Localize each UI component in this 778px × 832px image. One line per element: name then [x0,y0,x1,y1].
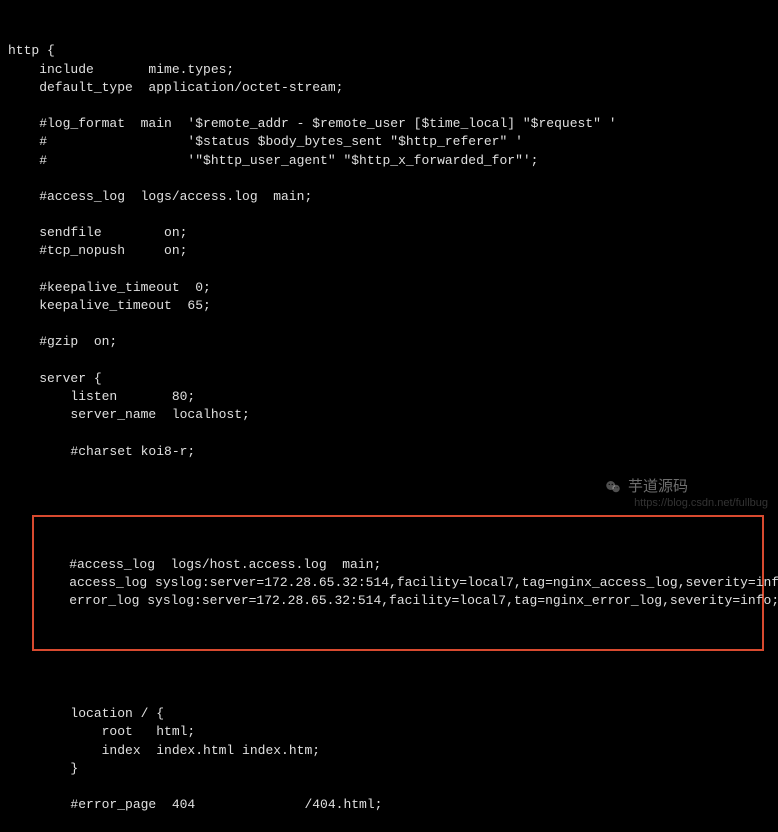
code-line [0,352,778,370]
code-line: #gzip on; [0,333,778,351]
code-line: index index.html index.htm; [0,742,778,760]
code-line [0,778,778,796]
watermark-brand-text: 芋道源码 [628,476,688,497]
wechat-icon [604,478,622,496]
code-line: #log_format main '$remote_addr - $remote… [0,115,778,133]
code-line [0,315,778,333]
code-line: # '"$http_user_agent" "$http_x_forwarded… [0,152,778,170]
code-line: #access_log logs/access.log main; [0,188,778,206]
code-line: #error_page 404 /404.html; [0,796,778,814]
code-line: error_log syslog:server=172.28.65.32:514… [34,592,762,610]
code-line: server_name localhost; [0,406,778,424]
code-line: # '$status $body_bytes_sent "$http_refer… [0,133,778,151]
code-line: location / { [0,705,778,723]
code-line [0,261,778,279]
code-lines-after: location / { root html; index index.html… [0,687,778,814]
code-line: server { [0,370,778,388]
watermark-url: https://blog.csdn.net/fullbug [634,496,768,511]
code-line: root html; [0,723,778,741]
code-lines-before: http { include mime.types; default_type … [0,42,778,479]
code-line: #charset koi8-r; [0,443,778,461]
code-line: http { [0,42,778,60]
code-line: sendfile on; [0,224,778,242]
code-line: #access_log logs/host.access.log main; [34,556,762,574]
highlight-box: #access_log logs/host.access.log main; a… [32,515,764,650]
code-block: http { include mime.types; default_type … [0,0,778,832]
code-lines-highlight: #access_log logs/host.access.log main; a… [34,556,762,611]
code-line [0,687,778,705]
code-line: } [0,760,778,778]
code-line: keepalive_timeout 65; [0,297,778,315]
code-line [0,206,778,224]
code-line [0,170,778,188]
code-line [0,97,778,115]
watermark-brand: 芋道源码 [604,476,688,497]
code-line: #tcp_nopush on; [0,242,778,260]
code-line: include mime.types; [0,61,778,79]
code-line [0,424,778,442]
code-line: listen 80; [0,388,778,406]
code-line: default_type application/octet-stream; [0,79,778,97]
code-line: access_log syslog:server=172.28.65.32:51… [34,574,762,592]
code-line: #keepalive_timeout 0; [0,279,778,297]
